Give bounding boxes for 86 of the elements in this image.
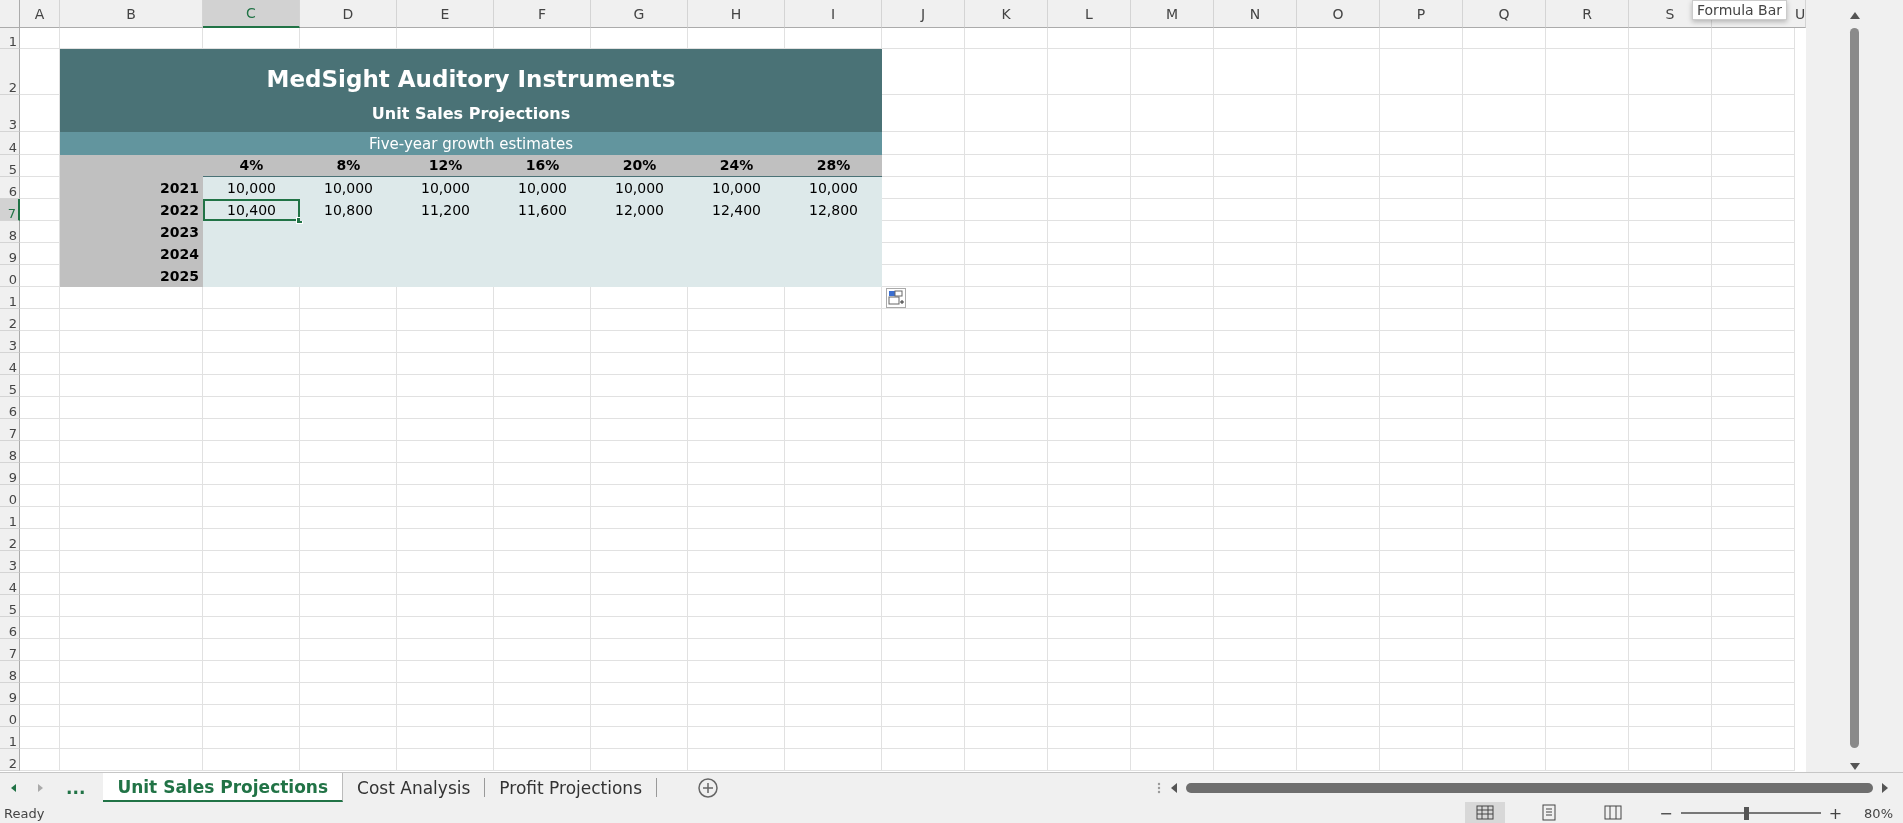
column-header[interactable]: G bbox=[591, 0, 688, 28]
row-header[interactable]: 3 bbox=[0, 551, 20, 573]
row-header[interactable]: 8 bbox=[0, 441, 20, 463]
row-header[interactable]: 5 bbox=[0, 595, 20, 617]
growth-rate-header: 28% bbox=[785, 155, 882, 177]
zoom-in-button[interactable]: + bbox=[1826, 803, 1845, 823]
growth-rate-header: 20% bbox=[591, 155, 688, 177]
column-header[interactable]: C bbox=[203, 0, 300, 28]
row-header[interactable]: 4 bbox=[0, 132, 20, 155]
splitter-icon bbox=[1156, 781, 1162, 794]
row-header[interactable]: 9 bbox=[0, 463, 20, 485]
column-header[interactable]: H bbox=[688, 0, 785, 28]
row-header[interactable]: 7 bbox=[0, 639, 20, 661]
page-icon bbox=[1540, 804, 1559, 821]
horizontal-scrollbar-thumb[interactable] bbox=[1186, 782, 1873, 793]
column-header[interactable]: Q bbox=[1463, 0, 1546, 28]
zoom-level: 80% bbox=[1864, 805, 1893, 821]
row-header[interactable]: 9 bbox=[0, 683, 20, 705]
growth-rate-header: 4% bbox=[203, 155, 300, 177]
growth-rate-header: 8% bbox=[300, 155, 397, 177]
row-header[interactable]: 1 bbox=[0, 28, 20, 49]
year-label: 2022 bbox=[60, 199, 203, 221]
growth-rate-header: 12% bbox=[397, 155, 494, 177]
row-header[interactable]: 7 bbox=[0, 419, 20, 441]
column-header[interactable]: O bbox=[1297, 0, 1380, 28]
grid-icon bbox=[1476, 804, 1495, 821]
normal-view-button[interactable] bbox=[1465, 802, 1506, 823]
column-header[interactable]: B bbox=[60, 0, 203, 28]
column-header[interactable]: M bbox=[1131, 0, 1214, 28]
growth-rate-header: 16% bbox=[494, 155, 591, 177]
column-header[interactable]: A bbox=[20, 0, 60, 28]
row-header[interactable]: 3 bbox=[0, 95, 20, 132]
column-header[interactable]: E bbox=[397, 0, 494, 28]
sheet-tab[interactable]: Unit Sales Projections bbox=[103, 773, 344, 802]
row-header[interactable]: 3 bbox=[0, 331, 20, 353]
row-header[interactable]: 1 bbox=[0, 287, 20, 309]
sheet-title: MedSight Auditory Instruments bbox=[60, 49, 882, 95]
zoom-out-button[interactable]: − bbox=[1657, 803, 1675, 823]
row-header[interactable]: 8 bbox=[0, 221, 20, 243]
row-header[interactable]: 0 bbox=[0, 705, 20, 727]
more-sheets-button[interactable]: ... bbox=[60, 777, 92, 798]
year-label: 2021 bbox=[60, 177, 203, 199]
row-header[interactable]: 2 bbox=[0, 309, 20, 331]
scroll-up-icon bbox=[1848, 10, 1861, 22]
row-header[interactable]: 4 bbox=[0, 353, 20, 375]
row-header[interactable]: 2 bbox=[0, 749, 20, 771]
year-label: 2023 bbox=[60, 221, 203, 243]
row-header[interactable]: 4 bbox=[0, 573, 20, 595]
column-header[interactable]: P bbox=[1380, 0, 1463, 28]
row-header[interactable]: 9 bbox=[0, 243, 20, 265]
year-label: 2024 bbox=[60, 243, 203, 265]
add-sheet-icon[interactable] bbox=[697, 776, 719, 799]
sheet-subtitle: Unit Sales Projections bbox=[60, 95, 882, 132]
row-header[interactable]: 0 bbox=[0, 485, 20, 507]
column-header[interactable]: N bbox=[1214, 0, 1297, 28]
tooltip: Formula Bar bbox=[1692, 0, 1787, 20]
row-header[interactable]: 5 bbox=[0, 155, 20, 177]
row-header[interactable]: 2 bbox=[0, 49, 20, 95]
column-header[interactable]: L bbox=[1048, 0, 1131, 28]
row-header[interactable]: 0 bbox=[0, 265, 20, 287]
sheet-tab[interactable]: Profit Projections bbox=[485, 778, 657, 797]
sheet-tab[interactable]: Cost Analysis bbox=[343, 778, 486, 797]
growth-rate-header: 24% bbox=[688, 155, 785, 177]
column-header[interactable]: F bbox=[494, 0, 591, 28]
column-header[interactable]: D bbox=[300, 0, 397, 28]
row-header[interactable]: 1 bbox=[0, 507, 20, 529]
zoom-slider-thumb[interactable] bbox=[1744, 806, 1750, 820]
vertical-scrollbar-thumb[interactable] bbox=[1850, 28, 1860, 748]
column-header[interactable]: J bbox=[882, 0, 965, 28]
row-header[interactable]: 6 bbox=[0, 397, 20, 419]
row-header[interactable]: 8 bbox=[0, 661, 20, 683]
table-cell[interactable]: 10,400 bbox=[203, 199, 300, 221]
row-header[interactable]: 6 bbox=[0, 617, 20, 639]
row-header[interactable]: 7 bbox=[0, 199, 20, 221]
row-header[interactable]: 2 bbox=[0, 529, 20, 551]
column-header[interactable]: R bbox=[1546, 0, 1629, 28]
row-header[interactable]: 1 bbox=[0, 727, 20, 749]
column-header[interactable]: K bbox=[965, 0, 1048, 28]
year-label: 2025 bbox=[60, 265, 203, 287]
columns-icon bbox=[1604, 804, 1623, 821]
status-text: Ready bbox=[4, 805, 45, 821]
column-header[interactable]: I bbox=[785, 0, 882, 28]
paste-options-icon[interactable] bbox=[886, 288, 906, 308]
row-header[interactable]: 6 bbox=[0, 177, 20, 199]
row-header[interactable]: 5 bbox=[0, 375, 20, 397]
sheet-caption: Five-year growth estimates bbox=[60, 132, 882, 155]
